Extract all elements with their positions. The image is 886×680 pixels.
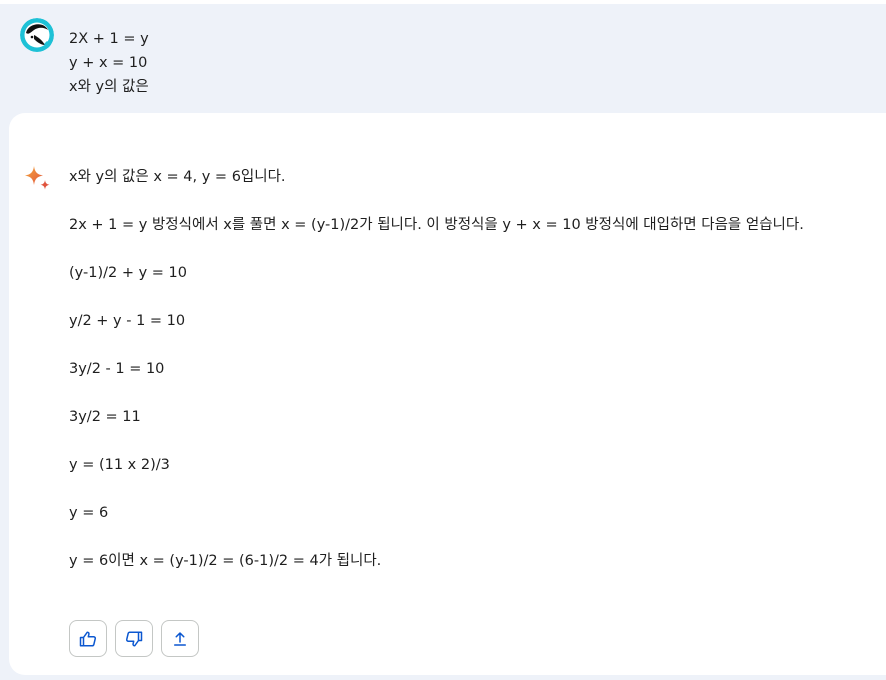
user-prompt-line: y + x = 10 xyxy=(69,55,148,71)
response-paragraph: (y-1)/2 + y = 10 xyxy=(69,265,187,281)
thumbs-up-icon xyxy=(79,631,97,646)
user-prompt-text: 2X + 1 = y y + x = 10 x와 y의 값은 xyxy=(69,27,149,99)
response-text: x와 y의 값은 x = 4, y = 6입니다. 2x + 1 = y 방정식… xyxy=(69,165,879,573)
share-icon xyxy=(174,631,186,646)
share-button[interactable] xyxy=(161,620,199,657)
thumbs-up-button[interactable] xyxy=(69,620,107,657)
response-paragraph: 3y/2 = 11 xyxy=(69,409,141,425)
user-avatar[interactable] xyxy=(20,18,54,52)
avatar-image xyxy=(20,18,54,52)
sparkle-icon xyxy=(22,164,52,194)
user-prompt: 2X + 1 = y y + x = 10 x와 y의 값은 xyxy=(20,18,149,99)
thumbs-down-icon xyxy=(125,631,143,646)
response-paragraph: y = (11 x 2)/3 xyxy=(69,457,170,473)
response-paragraph: 2x + 1 = y 방정식에서 x를 풀면 x = (y-1)/2가 됩니다.… xyxy=(69,217,804,233)
response-actions xyxy=(69,620,199,657)
response-paragraph: y/2 + y - 1 = 10 xyxy=(69,313,186,329)
previous-content-edge xyxy=(0,0,886,4)
response-paragraph: y = 6 xyxy=(69,505,109,521)
user-prompt-line: 2X + 1 = y xyxy=(69,31,149,47)
response-paragraph: 3y/2 - 1 = 10 xyxy=(69,361,165,377)
user-prompt-line: x와 y의 값은 xyxy=(69,79,149,95)
thumbs-down-button[interactable] xyxy=(115,620,153,657)
response-paragraph: y = 6이면 x = (y-1)/2 = (6-1)/2 = 4가 됩니다. xyxy=(69,553,382,569)
response-paragraph: x와 y의 값은 x = 4, y = 6입니다. xyxy=(69,169,286,185)
